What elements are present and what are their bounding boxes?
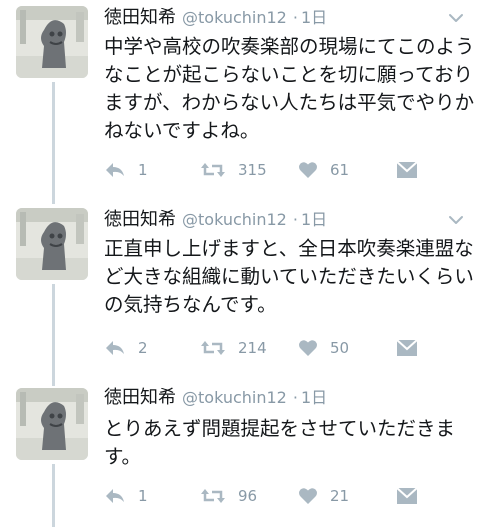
tweet-actions: 1 315 61: [104, 158, 434, 182]
like-count: 50: [330, 339, 350, 357]
avatar-photo: [16, 6, 88, 78]
like-count: 61: [330, 161, 350, 179]
tweet-header: 徳田知希 @tokuchin12 · 1日: [104, 206, 327, 234]
like-button[interactable]: 21: [298, 484, 349, 508]
heart-icon: [299, 488, 317, 504]
reply-count: 1: [138, 161, 148, 179]
avatar-photo: [16, 208, 88, 280]
tweet-header: 徳田知希 @tokuchin12 · 1日: [104, 4, 327, 32]
heart-icon: [299, 340, 317, 356]
retweet-count: 315: [238, 161, 267, 179]
tweet-text: 中学や高校の吹奏楽部の現場にてこのようなことが起こらないことを切に願っております…: [104, 35, 475, 142]
retweet-count: 214: [238, 339, 267, 357]
retweet-count: 96: [238, 487, 258, 505]
direct-message-button[interactable]: [396, 484, 418, 508]
direct-message-icon: [396, 161, 418, 178]
heart-icon: [299, 162, 317, 178]
retweet-button[interactable]: 214: [200, 336, 267, 360]
reply-count: 2: [138, 339, 148, 357]
tweet-timestamp[interactable]: 1日: [301, 210, 327, 229]
like-button[interactable]: 61: [298, 158, 349, 182]
direct-message-button[interactable]: [396, 336, 418, 360]
avatar[interactable]: [16, 388, 88, 460]
thread-connector: [52, 464, 55, 527]
reply-button[interactable]: 1: [104, 158, 148, 182]
retweet-icon: [201, 341, 225, 355]
direct-message-icon: [396, 487, 418, 504]
tweet-header: 徳田知希 @tokuchin12 · 1日: [104, 384, 327, 412]
thread-connector: [52, 284, 55, 374]
user-handle[interactable]: @tokuchin12: [182, 210, 287, 229]
tweet-actions: 2 214 50: [104, 336, 434, 360]
retweet-button[interactable]: 96: [200, 484, 257, 508]
reply-button[interactable]: 1: [104, 484, 148, 508]
tweet[interactable]: 徳田知希 @tokuchin12 · 1日 中学や高校の吹奏楽部の現場にてこのようなこ…: [0, 0, 480, 196]
direct-message-button[interactable]: [396, 158, 418, 182]
chevron-down-icon[interactable]: [446, 210, 466, 230]
display-name[interactable]: 徳田知希: [104, 209, 176, 230]
header-separator: ·: [292, 210, 298, 229]
user-handle[interactable]: @tokuchin12: [182, 8, 287, 27]
avatar-photo: [16, 388, 88, 460]
header-separator: ·: [292, 8, 298, 27]
tweet-thread: 徳田知希 @tokuchin12 · 1日 中学や高校の吹奏楽部の現場にてこのようなこ…: [0, 0, 480, 527]
thread-connector: [52, 82, 55, 196]
reply-button[interactable]: 2: [104, 336, 148, 360]
reply-icon: [106, 341, 124, 355]
tweet-timestamp[interactable]: 1日: [301, 8, 327, 27]
tweet-actions: 1 96 21: [104, 484, 434, 508]
tweet-timestamp[interactable]: 1日: [301, 388, 327, 407]
direct-message-icon: [396, 339, 418, 356]
tweet[interactable]: 徳田知希 @tokuchin12 · 1日 正直申し上げますと、全日本吹奏楽連盟など大…: [0, 196, 480, 374]
avatar[interactable]: [16, 208, 88, 280]
like-button[interactable]: 50: [298, 336, 349, 360]
reply-icon: [106, 489, 124, 503]
display-name[interactable]: 徳田知希: [104, 7, 176, 28]
retweet-icon: [201, 489, 225, 503]
display-name[interactable]: 徳田知希: [104, 387, 176, 408]
thread-connector: [52, 374, 55, 386]
chevron-down-icon[interactable]: [446, 8, 466, 28]
retweet-icon: [201, 163, 225, 177]
reply-icon: [106, 163, 124, 177]
user-handle[interactable]: @tokuchin12: [182, 388, 287, 407]
like-count: 21: [330, 487, 350, 505]
reply-count: 1: [138, 487, 148, 505]
tweet-text: 正直申し上げますと、全日本吹奏楽連盟など大きな組織に動いていただきたいくらいの気…: [104, 237, 474, 316]
header-separator: ·: [292, 388, 298, 407]
tweet-text: とりあえず問題提起をさせていただきます。: [104, 417, 456, 468]
tweet[interactable]: 徳田知希 @tokuchin12 · 1日 とりあえず問題提起をさせていただきます。 …: [0, 374, 480, 527]
thread-connector: [52, 196, 55, 204]
avatar[interactable]: [16, 6, 88, 78]
retweet-button[interactable]: 315: [200, 158, 267, 182]
